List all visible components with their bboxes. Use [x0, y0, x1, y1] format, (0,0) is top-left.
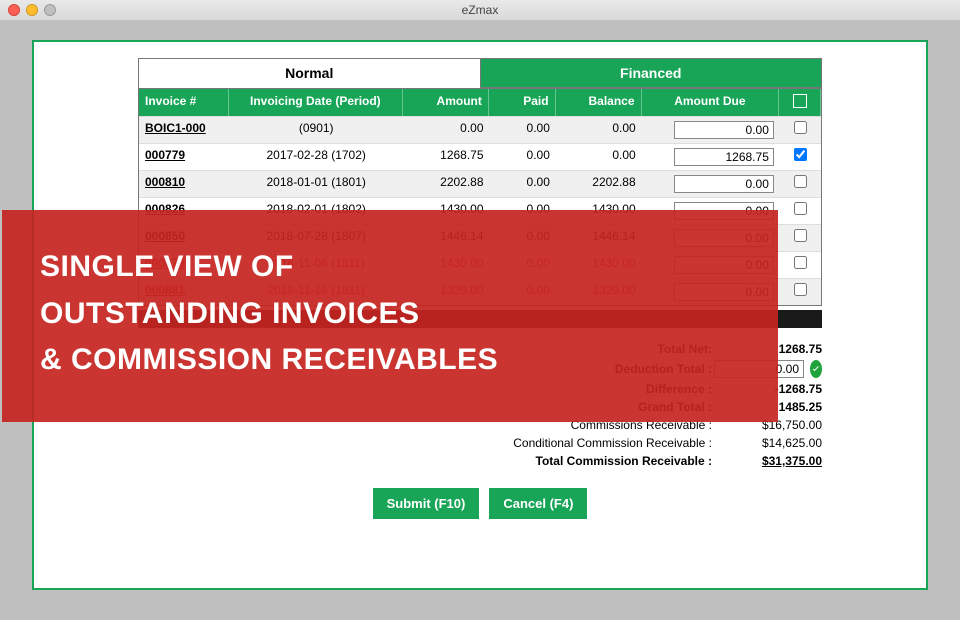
col-due[interactable]: Amount Due: [642, 89, 780, 116]
invoice-date: 2018-01-01 (1801): [229, 171, 404, 197]
main-panel: Normal Financed Invoice # Invoicing Date…: [32, 40, 928, 590]
marketing-overlay: SINGLE VIEW OF OUTSTANDING INVOICES & CO…: [2, 210, 778, 422]
table-row: BOIC1-000(0901)0.000.000.00: [139, 116, 821, 143]
invoice-amount: 2202.88: [404, 171, 490, 197]
invoice-date: (0901): [229, 117, 404, 143]
total-commission-value: $31,375.00: [722, 454, 822, 468]
check-circle-icon[interactable]: [810, 360, 822, 378]
invoice-amount: 0.00: [404, 117, 490, 143]
col-select-all[interactable]: [779, 89, 821, 116]
overlay-line-3: & COMMISSION RECEIVABLES: [40, 337, 740, 384]
amount-due-input[interactable]: [674, 148, 774, 166]
overlay-line-1: SINGLE VIEW OF: [40, 244, 740, 291]
amount-due-input[interactable]: [674, 175, 774, 193]
col-date[interactable]: Invoicing Date (Period): [229, 89, 403, 116]
cancel-button[interactable]: Cancel (F4): [489, 488, 587, 519]
window-title: eZmax: [0, 3, 960, 17]
invoice-balance: 0.00: [556, 117, 642, 143]
row-select-checkbox[interactable]: [794, 175, 807, 188]
row-select-checkbox[interactable]: [794, 229, 807, 242]
invoice-link[interactable]: 000810: [139, 171, 229, 197]
tab-financed[interactable]: Financed: [481, 58, 823, 88]
overlay-line-2: OUTSTANDING INVOICES: [40, 291, 740, 338]
row-select-checkbox[interactable]: [794, 283, 807, 296]
invoice-amount: 1268.75: [404, 144, 490, 170]
row-select-checkbox[interactable]: [794, 121, 807, 134]
col-paid[interactable]: Paid: [489, 89, 556, 116]
conditional-commission-value: $14,625.00: [722, 436, 822, 450]
select-all-checkbox-icon[interactable]: [793, 94, 807, 108]
row-select-checkbox[interactable]: [794, 148, 807, 161]
conditional-commission-label: Conditional Commission Receivable :: [452, 436, 722, 450]
invoice-paid: 0.00: [490, 117, 556, 143]
invoice-balance: 2202.88: [556, 171, 642, 197]
row-select-checkbox[interactable]: [794, 202, 807, 215]
submit-button[interactable]: Submit (F10): [373, 488, 480, 519]
table-row: 0008102018-01-01 (1801)2202.880.002202.8…: [139, 170, 821, 197]
grid-header: Invoice # Invoicing Date (Period) Amount…: [139, 89, 821, 116]
invoice-paid: 0.00: [490, 144, 556, 170]
amount-due-input[interactable]: [674, 121, 774, 139]
total-commission-label: Total Commission Receivable :: [452, 454, 722, 468]
col-balance[interactable]: Balance: [556, 89, 642, 116]
mac-titlebar: eZmax: [0, 0, 960, 20]
col-amount[interactable]: Amount: [403, 89, 489, 116]
tab-normal[interactable]: Normal: [138, 58, 481, 88]
invoice-date: 2017-02-28 (1702): [229, 144, 404, 170]
invoice-link[interactable]: 000779: [139, 144, 229, 170]
row-select-checkbox[interactable]: [794, 256, 807, 269]
invoice-paid: 0.00: [490, 171, 556, 197]
table-row: 0007792017-02-28 (1702)1268.750.000.00: [139, 143, 821, 170]
action-buttons: Submit (F10) Cancel (F4): [40, 488, 920, 519]
invoice-link[interactable]: BOIC1-000: [139, 117, 229, 143]
invoice-balance: 0.00: [556, 144, 642, 170]
col-invoice[interactable]: Invoice #: [139, 89, 229, 116]
tab-bar: Normal Financed: [138, 58, 822, 88]
